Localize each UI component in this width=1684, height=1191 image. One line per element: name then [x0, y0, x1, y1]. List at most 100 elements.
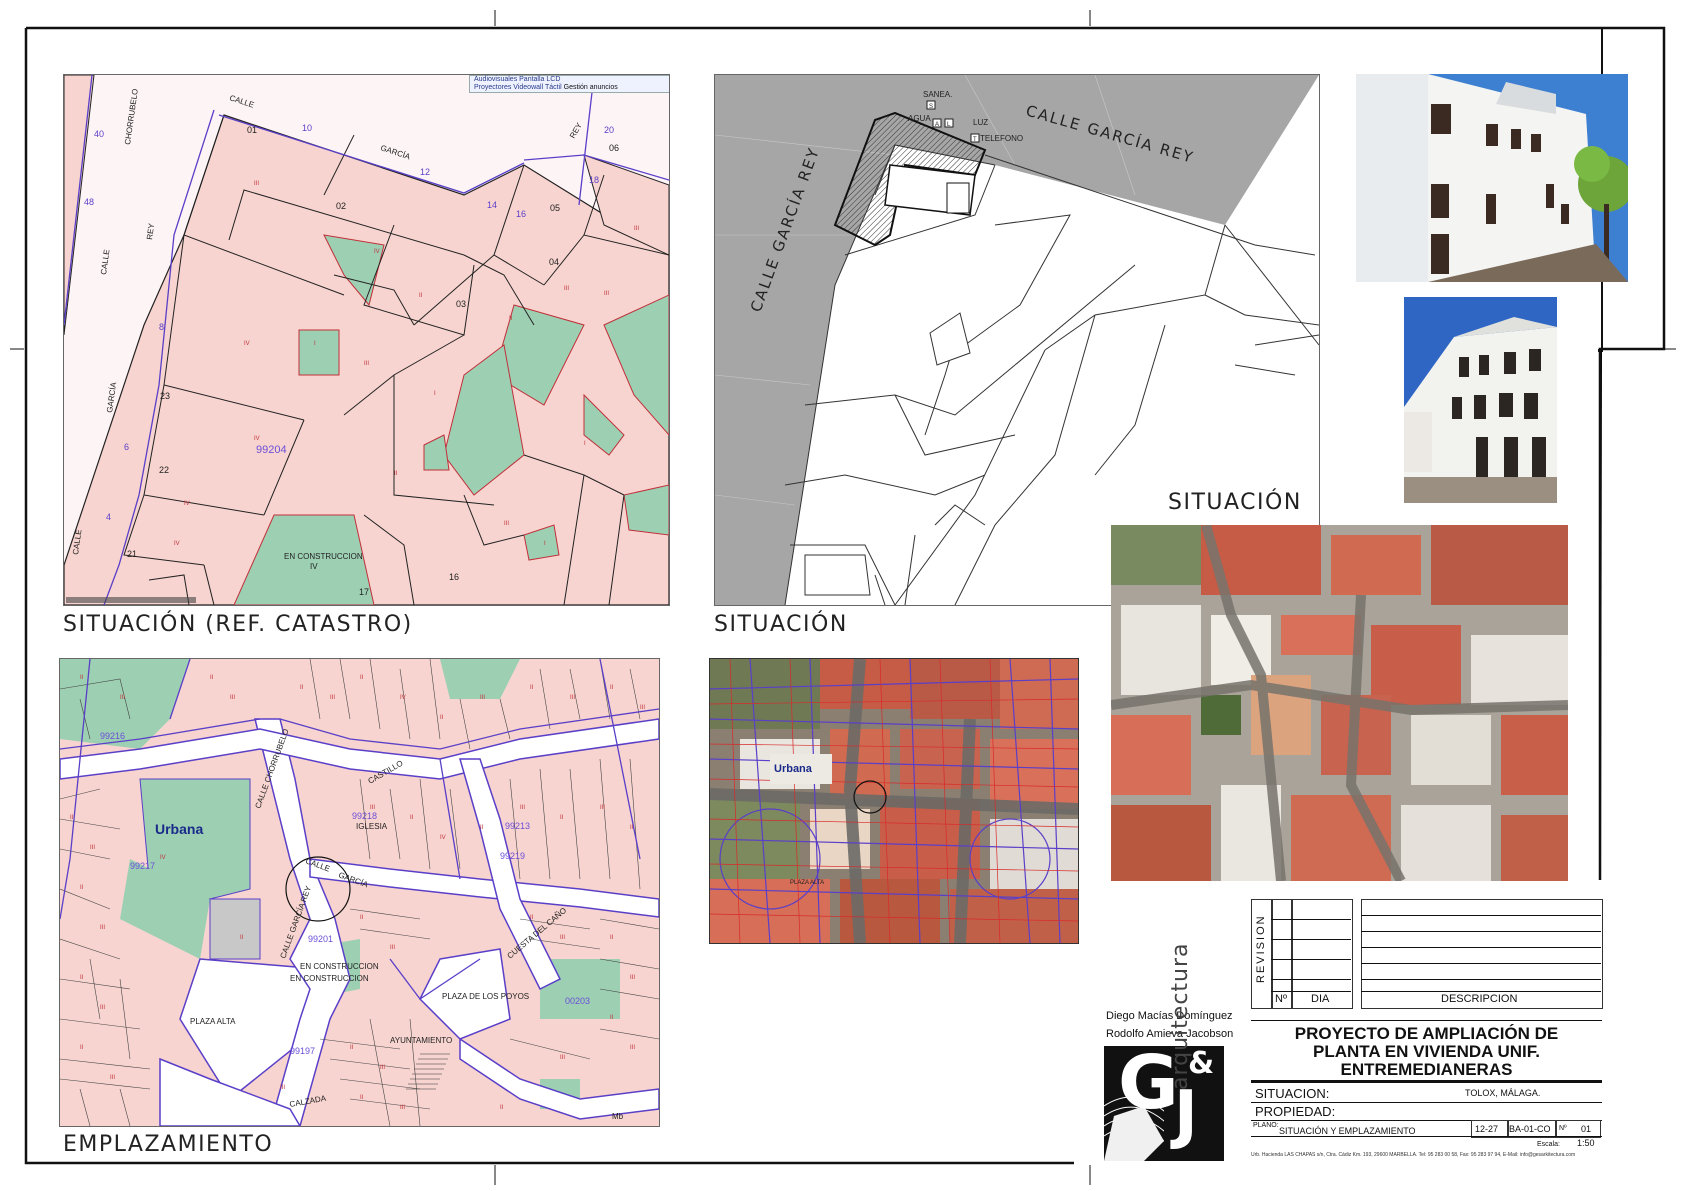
svg-text:III: III: [604, 291, 609, 297]
block-id: 99219: [500, 851, 525, 861]
svg-text:III: III: [634, 226, 639, 232]
caption-catastro: SITUACIÓN (REF. CATASTRO): [63, 612, 413, 637]
svg-text:II: II: [360, 675, 364, 681]
plano-num-value: 01: [1581, 1124, 1592, 1134]
revision-col-dia: DIA: [1311, 993, 1330, 1005]
svg-text:IV: IV: [254, 436, 260, 442]
svg-text:II: II: [350, 1045, 354, 1051]
revision-table: REVISION Nº DIA DESCRIPCION: [1251, 899, 1603, 1009]
svg-text:III: III: [560, 1055, 565, 1061]
svg-text:II: II: [70, 815, 74, 821]
svg-text:III: III: [600, 805, 605, 811]
block-id: 99213: [505, 821, 530, 831]
caption-emplazamiento: EMPLAZAMIENTO: [63, 1132, 274, 1157]
ad-link[interactable]: Gestión anuncios: [564, 84, 618, 91]
svg-text:III: III: [330, 695, 335, 701]
street-number: 6: [124, 442, 129, 452]
block-id: 99217: [130, 861, 155, 871]
parcel-04: 04: [549, 257, 559, 267]
block-id: 00203: [565, 996, 590, 1006]
svg-text:III: III: [120, 695, 125, 701]
svg-text:III: III: [504, 521, 509, 527]
svg-text:IV: IV: [174, 541, 180, 547]
label-iglesia: IGLESIA: [356, 822, 388, 831]
svg-text:II: II: [80, 1045, 84, 1051]
street-number: 10: [302, 123, 312, 133]
street-number: 40: [94, 129, 104, 139]
svg-text:II: II: [80, 675, 84, 681]
block-id: 99216: [100, 731, 125, 741]
ad-line: Proyectores Videowall Táctil: [474, 84, 562, 91]
svg-text:III: III: [570, 695, 575, 701]
utility-luz: LUZ: [973, 118, 988, 127]
utility-agua: AGUA: [908, 114, 931, 123]
svg-text:II: II: [360, 915, 364, 921]
svg-text:III: III: [380, 1065, 385, 1071]
parcel-21: 21: [127, 549, 137, 559]
street-number: 48: [84, 197, 94, 207]
svg-text:III: III: [364, 361, 369, 367]
block-id: 99204: [256, 444, 287, 456]
svg-text:II: II: [360, 1095, 364, 1101]
utility-sanea-code: S: [929, 104, 933, 110]
logo-arquitectura: arquitectura: [1168, 942, 1193, 1090]
utility-telefono: TELEFONO: [980, 134, 1023, 143]
escala-value: 1:50: [1577, 1138, 1595, 1148]
svg-text:III: III: [640, 705, 645, 711]
svg-text:III: III: [100, 925, 105, 931]
svg-text:III: III: [564, 286, 569, 292]
parcel-06: 06: [609, 143, 619, 153]
plano-date: 12-27: [1475, 1124, 1499, 1134]
parcel-05: 05: [550, 203, 560, 213]
svg-text:II: II: [300, 685, 304, 691]
svg-text:III: III: [630, 975, 635, 981]
plano-code: BA-01-CO: [1509, 1124, 1551, 1134]
revision-col-desc: DESCRIPCION: [1441, 993, 1518, 1005]
parcel-01: 01: [247, 125, 257, 135]
svg-text:III: III: [100, 1005, 105, 1011]
street-number: 18: [589, 175, 599, 185]
ad-line: Audiovisuales Pantalla LCD: [474, 76, 561, 83]
street-number: 4: [106, 512, 111, 522]
svg-text:II: II: [610, 1015, 614, 1021]
construction-level: IV: [310, 562, 318, 571]
svg-text:III: III: [390, 945, 395, 951]
plano-value: SITUACIÓN Y EMPLAZAMIENTO: [1279, 1126, 1416, 1136]
svg-text:IV: IV: [374, 249, 380, 255]
svg-text:III: III: [400, 1105, 405, 1111]
svg-text:II: II: [80, 885, 84, 891]
aerial-overlay-map: Urbana PLAZA ALTA: [709, 658, 1079, 944]
utility-agua-code: A: [935, 122, 939, 128]
construction-label: EN CONSTRUCCION: [284, 552, 363, 561]
situacion-label: SITUACION:: [1255, 1086, 1330, 1101]
map-scale-bar: [66, 597, 196, 603]
propiedad-label: PROPIEDAD:: [1255, 1104, 1336, 1119]
label-en-construccion: EN CONSTRUCCION: [300, 962, 379, 971]
svg-text:II: II: [509, 316, 513, 322]
caption-situacion: SITUACIÓN: [714, 612, 848, 637]
svg-text:III: III: [520, 805, 525, 811]
situacion-value: TOLOX, MÁLAGA.: [1465, 1088, 1541, 1098]
map-ad-banner[interactable]: Audiovisuales Pantalla LCD Proyectores V…: [469, 75, 669, 93]
escala-label: Escala:: [1537, 1141, 1560, 1148]
parcel-23: 23: [160, 391, 170, 401]
company-logo: G & J: [1104, 1040, 1224, 1161]
svg-text:III: III: [254, 181, 259, 187]
emplazamiento-map: II III II III II III II IV II III II III II III II I…: [59, 658, 660, 1127]
label-plaza-poyos: PLAZA DE LOS POYOS: [442, 992, 529, 1001]
svg-text:II: II: [530, 685, 534, 691]
title-block: PROYECTO DE AMPLIACIÓN DE PLANTA EN VIVI…: [1251, 1020, 1602, 1160]
parcel-17: 17: [359, 587, 369, 597]
parcel-02: 02: [336, 201, 346, 211]
svg-text:II: II: [80, 975, 84, 981]
svg-text:IV: IV: [160, 855, 166, 861]
svg-text:IV: IV: [440, 835, 446, 841]
street-number: 20: [604, 125, 614, 135]
svg-text:III: III: [90, 845, 95, 851]
plano-label: PLANO:: [1253, 1122, 1279, 1129]
svg-text:IV: IV: [184, 501, 190, 507]
parcel-03: 03: [456, 299, 466, 309]
street-number: 14: [487, 200, 497, 210]
svg-text:II: II: [630, 825, 634, 831]
svg-text:II: II: [560, 815, 564, 821]
